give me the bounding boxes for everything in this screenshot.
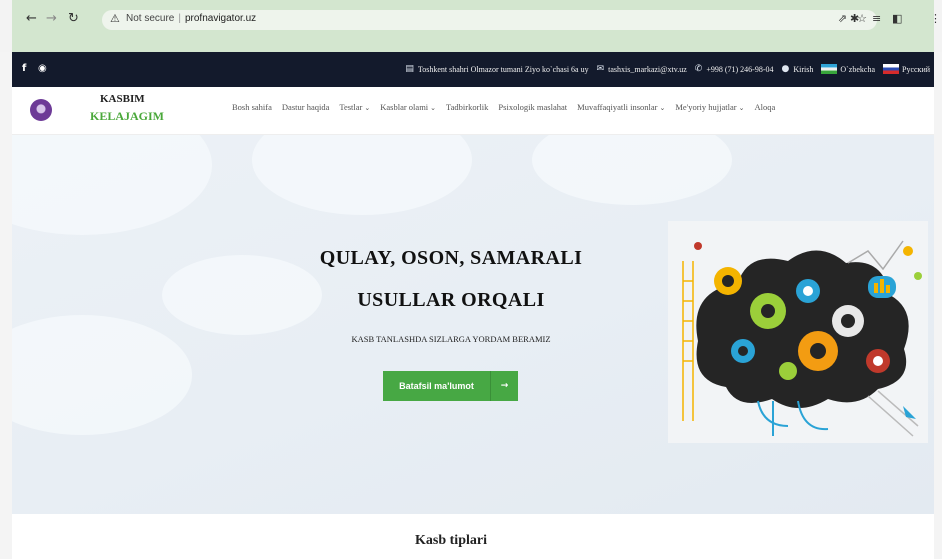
address-text: Toshkent shahri Olmazor tumani Ziyo ko`c… — [417, 64, 589, 74]
puzzle-icon[interactable]: ✱ — [850, 12, 859, 25]
menu-item-psixologik-maslahat[interactable]: Psixologik maslahat — [498, 102, 567, 112]
main-menu: Bosh sahifa Dastur haqida Testlar ⌄ Kasbl… — [232, 102, 785, 112]
russian-flag-icon[interactable] — [883, 64, 899, 74]
top-info-bar: f ◉ ▤ Toshkent shahri Olmazor tumani Ziy… — [12, 52, 934, 87]
sidebar-icon[interactable]: ◧ — [892, 12, 902, 25]
url-text[interactable]: profnavigator.uz — [185, 13, 256, 24]
background-cloud — [532, 135, 732, 205]
menu-item-muvaffaqiyatli-insonlar[interactable]: Muvaffaqiyatli insonlar ⌄ — [577, 102, 665, 112]
contact-info: ▤ Toshkent shahri Olmazor tumani Ziyo ko… — [397, 64, 930, 74]
lang-uz-link[interactable]: O`zbekcha — [840, 65, 875, 74]
menu-item-bosh-sahifa[interactable]: Bosh sahifa — [232, 102, 272, 112]
user-icon: ● — [781, 64, 790, 74]
warning-icon[interactable]: ⚠ — [110, 12, 120, 25]
menu-icon[interactable]: ⋮ — [930, 12, 941, 25]
background-cloud — [252, 135, 472, 215]
chevron-down-icon: ⌄ — [364, 104, 371, 112]
envelope-icon: ✉ — [596, 64, 605, 74]
map-icon: ▤ — [405, 64, 414, 74]
background-cloud — [12, 135, 212, 235]
login-link[interactable]: Kirish — [793, 65, 813, 74]
forward-icon[interactable]: → — [46, 11, 57, 26]
menu-item-testlar[interactable]: Testlar ⌄ — [339, 102, 370, 112]
menu-item-dastur-haqida[interactable]: Dastur haqida — [282, 102, 329, 112]
menu-item-kasblar-olami[interactable]: Kasblar olami ⌄ — [380, 102, 436, 112]
email-link[interactable]: tashxis_markazi@xtv.uz — [608, 65, 687, 74]
kasb-tiplari-section: Kasb tiplari — [12, 514, 934, 559]
site-logo[interactable] — [30, 99, 52, 121]
chevron-down-icon: ⌄ — [430, 104, 437, 112]
site-header: KASBIM KELAJAGIM Bosh sahifa Dastur haqi… — [12, 87, 934, 135]
facebook-icon[interactable]: f — [22, 63, 26, 74]
share-icon[interactable]: ⇗ — [838, 12, 847, 25]
address-bar[interactable]: ⚠ Not secure | profnavigator.uz ⇗ ☆ — [102, 10, 877, 30]
back-icon[interactable]: ← — [26, 11, 37, 26]
background-cloud — [12, 315, 192, 435]
menu-item-aloqa[interactable]: Aloqa — [755, 102, 776, 112]
arrow-right-icon: → — [490, 371, 518, 401]
details-button-label: Batafsil ma'lumot — [399, 381, 474, 391]
section-title: Kasb tiplari — [415, 533, 487, 548]
browser-chrome: ← → ↻ ⚠ Not secure | profnavigator.uz ⇗ ☆ … — [0, 0, 942, 52]
security-label[interactable]: Not secure — [126, 13, 174, 24]
uzbek-flag-icon[interactable] — [821, 64, 838, 74]
brand-name-line2[interactable]: KELAJAGIM — [90, 109, 164, 124]
phone-icon: ✆ — [694, 64, 703, 74]
address-row: ← → ↻ ⚠ Not secure | profnavigator.uz ⇗ ☆ … — [24, 10, 942, 32]
chevron-down-icon: ⌄ — [738, 104, 745, 112]
hero-section: QULAY, OSON, SAMARALI USULLAR ORQALI KAS… — [12, 135, 934, 514]
reading-list-icon[interactable]: ≡ — [872, 12, 881, 25]
career-gears-illustration — [668, 221, 928, 443]
menu-item-meyoriy-hujjatlar[interactable]: Me'yoriy hujjatlar ⌄ — [675, 102, 744, 112]
instagram-icon[interactable]: ◉ — [38, 63, 47, 74]
phone-link[interactable]: +998 (71) 246-98-04 — [706, 65, 773, 74]
details-button[interactable]: Batafsil ma'lumot → — [383, 371, 518, 401]
menu-item-tadbirkorlik[interactable]: Tadbirkorlik — [446, 102, 488, 112]
chevron-down-icon: ⌄ — [659, 104, 666, 112]
lang-ru-link[interactable]: Русский — [902, 65, 930, 74]
reload-icon[interactable]: ↻ — [68, 11, 79, 26]
brand-name-line1[interactable]: KASBIM — [100, 93, 145, 105]
